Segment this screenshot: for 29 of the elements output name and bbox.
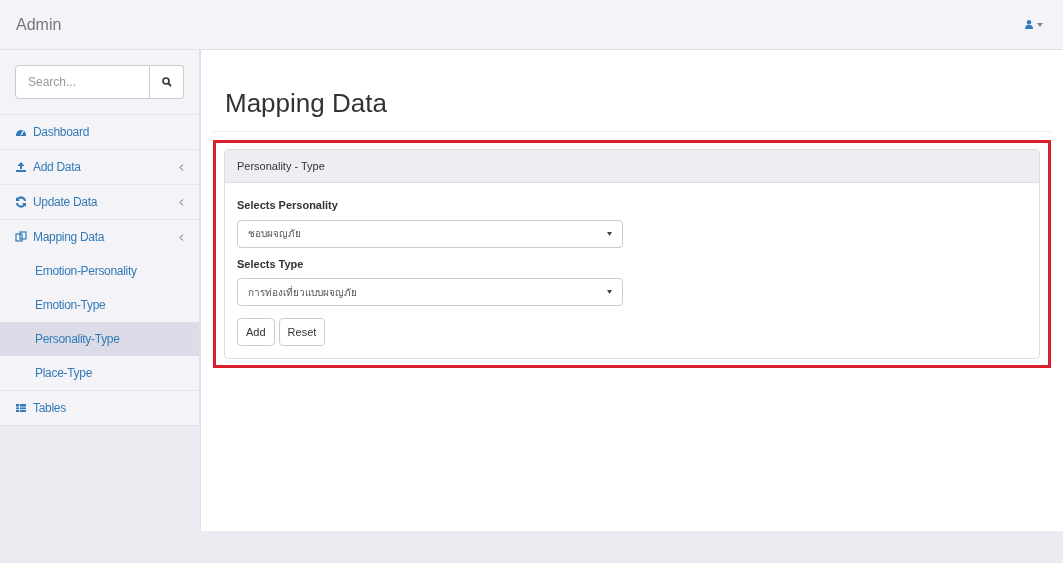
user-icon — [1025, 20, 1033, 29]
submenu-item[interactable]: Personality-Type — [0, 322, 199, 356]
search-icon — [161, 77, 172, 87]
field-label: Selects Type — [237, 256, 305, 272]
upload-icon — [15, 161, 27, 173]
form-button[interactable]: Add — [237, 318, 275, 346]
panel-heading: Personality - Type — [225, 150, 1039, 183]
page-title: Mapping Data — [213, 84, 1051, 132]
sidebar-item[interactable]: Dashboard — [0, 115, 199, 149]
sidebar-item[interactable]: Add Data — [0, 150, 199, 184]
sidebar-item[interactable]: Mapping Data — [0, 220, 199, 254]
table-icon — [15, 402, 27, 414]
select-field[interactable]: ชอบผจญภัย — [237, 219, 623, 248]
field-label: Selects Personality — [237, 198, 339, 213]
caret-icon — [1037, 22, 1043, 27]
sidebar-item[interactable]: Tables — [0, 391, 199, 425]
form-button[interactable]: Reset — [278, 318, 326, 346]
refresh-icon — [15, 196, 27, 208]
copy-icon — [15, 231, 27, 243]
dropdown-arrow-icon — [607, 231, 612, 236]
search-button[interactable] — [150, 65, 184, 99]
select-field[interactable]: การท่องเที่ยวแบบผจญภัย — [237, 278, 623, 306]
search-field[interactable]: Search... — [15, 65, 150, 99]
submenu-item[interactable]: Emotion-Personality — [0, 254, 199, 288]
sidebar-item[interactable]: Update Data — [0, 185, 199, 219]
dropdown-arrow-icon — [607, 290, 612, 294]
brand-link[interactable]: Admin — [16, 12, 62, 37]
submenu-item[interactable]: Emotion-Type — [0, 288, 199, 322]
submenu-item[interactable]: Place-Type — [0, 356, 199, 390]
